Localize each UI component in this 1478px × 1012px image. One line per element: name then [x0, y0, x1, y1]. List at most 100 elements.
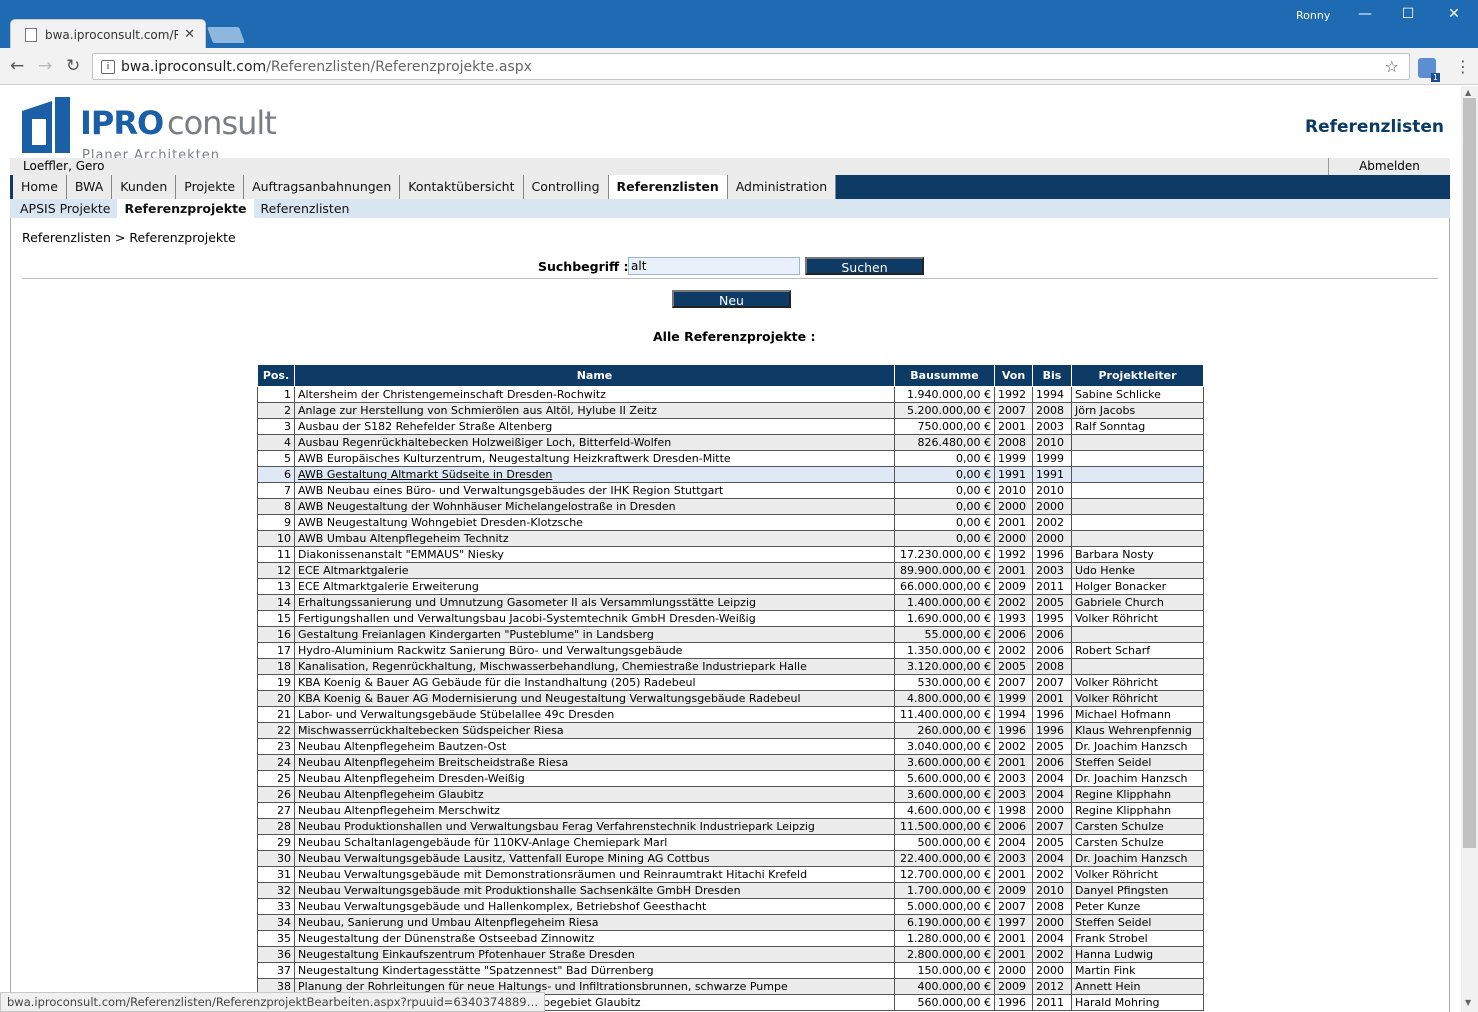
cell-name[interactable]: Ausbau der S182 Rehefelder Straße Altenb… [294, 418, 895, 435]
cell-name[interactable]: Labor- und Verwaltungsgebäude Stübelalle… [294, 706, 895, 723]
scroll-down-icon[interactable]: ▼ [1465, 998, 1471, 1007]
nav-item-administration[interactable]: Administration [727, 175, 837, 199]
logout-link[interactable]: Abmelden [1328, 158, 1450, 175]
forward-icon[interactable]: → [38, 56, 52, 76]
table-row[interactable]: 35 Neugestaltung der Dünenstraße Ostseeba… [257, 930, 1204, 947]
cell-name[interactable]: Neubau Altenpflegeheim Bautzen-Ost [294, 738, 895, 755]
table-row[interactable]: 5 AWB Europäisches Kulturzentrum, Neugest… [257, 450, 1204, 467]
nav-item-home[interactable]: Home [13, 175, 67, 199]
table-row[interactable]: 20 KBA Koenig & Bauer AG Modernisierung u… [257, 690, 1204, 707]
maximize-icon[interactable]: ☐ [1398, 6, 1418, 22]
table-row[interactable]: 12 ECE Altmarktgalerie 89.900.000,00 €2001… [257, 562, 1204, 579]
cell-name[interactable]: Kanalisation, Regenrückhaltung, Mischwas… [294, 658, 895, 675]
cell-name[interactable]: KBA Koenig & Bauer AG Gebäude für die In… [294, 674, 895, 691]
table-row[interactable]: 24 Neubau Altenpflegeheim Breitscheidstra… [257, 754, 1204, 771]
browser-tab[interactable]: bwa.iproconsult.com/Ref ✕ [10, 19, 206, 49]
minimize-icon[interactable]: — [1355, 6, 1375, 22]
cell-name[interactable]: Neugestaltung Einkaufszentrum Pfotenhaue… [294, 946, 895, 963]
nav-item-controlling[interactable]: Controlling [523, 175, 609, 199]
company-logo[interactable]: IPRO consult Planer Architekten Ingenieu… [20, 96, 300, 178]
table-row[interactable]: 7 AWB Neubau eines Büro- und Verwaltungsg… [257, 482, 1204, 499]
table-row[interactable]: 31 Neubau Verwaltungsgebäude mit Demonstr… [257, 866, 1204, 883]
close-tab-icon[interactable]: ✕ [184, 27, 195, 42]
cell-name[interactable]: Neubau Altenpflegeheim Glaubitz [294, 786, 895, 803]
column-header[interactable]: Bis [1032, 364, 1072, 387]
new-button[interactable]: Neu [672, 290, 791, 308]
cell-name[interactable]: Fertigungshallen und Verwaltungsbau Jaco… [294, 610, 895, 627]
table-row[interactable]: 22 Mischwasserrückhaltebecken Südspeicher… [257, 722, 1204, 739]
table-row[interactable]: 32 Neubau Verwaltungsgebäude mit Produkti… [257, 882, 1204, 899]
table-row[interactable]: 23 Neubau Altenpflegeheim Bautzen-Ost 3.04… [257, 738, 1204, 755]
table-row[interactable]: 26 Neubau Altenpflegeheim Glaubitz 3.600.0… [257, 786, 1204, 803]
table-row[interactable]: 10 AWB Umbau Altenpflegeheim Technitz 0,00… [257, 530, 1204, 547]
cell-name[interactable]: Neubau Verwaltungsgebäude mit Produktion… [294, 882, 895, 899]
browser-menu-icon[interactable]: ⋮ [1455, 57, 1471, 76]
scroll-up-icon[interactable]: ▲ [1465, 88, 1471, 97]
column-header[interactable]: Pos. [257, 364, 295, 387]
nav-item-projekte[interactable]: Projekte [176, 175, 245, 199]
nav-item-auftragsanbahnungen[interactable]: Auftragsanbahnungen [244, 175, 401, 199]
close-window-icon[interactable]: ✕ [1444, 6, 1464, 22]
cell-name[interactable]: ECE Altmarktgalerie Erweiterung [294, 578, 895, 595]
table-row[interactable]: 37 Neugestaltung Kindertagesstätte "Spatz… [257, 962, 1204, 979]
cell-name[interactable]: Gestaltung Freianlagen Kindergarten "Pus… [294, 626, 895, 643]
address-bar[interactable]: i bwa.iproconsult.com/Referenzlisten/Ref… [92, 53, 1410, 80]
column-header[interactable]: Von [994, 364, 1033, 387]
table-row[interactable]: 28 Neubau Produktionshallen und Verwaltun… [257, 818, 1204, 835]
cell-name[interactable]: AWB Europäisches Kulturzentrum, Neugesta… [294, 450, 895, 467]
table-row[interactable]: 13 ECE Altmarktgalerie Erweiterung 66.000.… [257, 578, 1204, 595]
reload-icon[interactable]: ↻ [66, 56, 80, 76]
bookmark-star-icon[interactable]: ☆ [1385, 57, 1399, 76]
table-row[interactable]: 29 Neubau Schaltanlagengebäude für 110KV-… [257, 834, 1204, 851]
table-row[interactable]: 33 Neubau Verwaltungsgebäude und Hallenko… [257, 898, 1204, 915]
cell-name[interactable]: Neubau Altenpflegeheim Merschwitz [294, 802, 895, 819]
table-row[interactable]: 27 Neubau Altenpflegeheim Merschwitz 4.600… [257, 802, 1204, 819]
cell-name[interactable]: Neubau Verwaltungsgebäude Lausitz, Vatte… [294, 850, 895, 867]
cell-name[interactable]: AWB Umbau Altenpflegeheim Technitz [294, 530, 895, 547]
nav-item-kontaktübersicht[interactable]: Kontaktübersicht [400, 175, 524, 199]
cell-name[interactable]: KBA Koenig & Bauer AG Modernisierung und… [294, 690, 895, 707]
table-row[interactable]: 19 KBA Koenig & Bauer AG Gebäude für die … [257, 674, 1204, 691]
back-icon[interactable]: ← [10, 56, 24, 76]
extension-icon[interactable]: 1 [1418, 58, 1440, 82]
new-tab-button[interactable] [207, 27, 245, 43]
column-header[interactable]: Projektleiter [1071, 364, 1204, 387]
table-row[interactable]: 16 Gestaltung Freianlagen Kindergarten "P… [257, 626, 1204, 643]
cell-name[interactable]: Neubau Altenpflegeheim Dresden-Weißig [294, 770, 895, 787]
table-row[interactable]: 9 AWB Neugestaltung Wohngebiet Dresden-Kl… [257, 514, 1204, 531]
table-row[interactable]: 30 Neubau Verwaltungsgebäude Lausitz, Vat… [257, 850, 1204, 867]
subnav-item-referenzprojekte[interactable]: Referenzprojekte [117, 199, 254, 218]
table-row[interactable]: 17 Hydro-Aluminium Rackwitz Sanierung Bür… [257, 642, 1204, 659]
table-row[interactable]: 25 Neubau Altenpflegeheim Dresden-Weißig 5… [257, 770, 1204, 787]
cell-name[interactable]: Anlage zur Herstellung von Schmierölen a… [294, 402, 895, 419]
nav-item-bwa[interactable]: BWA [66, 175, 113, 199]
subnav-item-referenzlisten[interactable]: Referenzlisten [254, 199, 357, 218]
table-row[interactable]: 11 Diakonissenanstalt "EMMAUS" Niesky 17.2… [257, 546, 1204, 563]
cell-name[interactable]: Neubau, Sanierung und Umbau Altenpflegeh… [294, 914, 895, 931]
info-icon[interactable]: i [101, 59, 115, 74]
table-row[interactable]: 21 Labor- und Verwaltungsgebäude Stübelal… [257, 706, 1204, 723]
cell-name[interactable]: AWB Neugestaltung der Wohnhäuser Michela… [294, 498, 895, 515]
scrollbar-thumb[interactable] [1463, 98, 1476, 848]
table-row[interactable]: 8 AWB Neugestaltung der Wohnhäuser Michel… [257, 498, 1204, 515]
profile-name[interactable]: Ronny [1296, 9, 1330, 22]
cell-name[interactable]: Neugestaltung Kindertagesstätte "Spatzen… [294, 962, 895, 979]
nav-item-kunden[interactable]: Kunden [112, 175, 177, 199]
cell-name[interactable]: Mischwasserrückhaltebecken Südspeicher R… [294, 722, 895, 739]
table-row[interactable]: 14 Erhaltungssanierung und Umnutzung Gaso… [257, 594, 1204, 611]
cell-name[interactable]: Erhaltungssanierung und Umnutzung Gasome… [294, 594, 895, 611]
cell-name[interactable]: ECE Altmarktgalerie [294, 562, 895, 579]
cell-name[interactable]: Neubau Schaltanlagengebäude für 110KV-An… [294, 834, 895, 851]
cell-name[interactable]: AWB Gestaltung Altmarkt Südseite in Dres… [294, 466, 895, 483]
table-row[interactable]: 18 Kanalisation, Regenrückhaltung, Mischw… [257, 658, 1204, 675]
cell-name[interactable]: Altersheim der Christengemeinschaft Dres… [294, 386, 895, 403]
table-row[interactable]: 4 Ausbau Regenrückhaltebecken Holzweißige… [257, 434, 1204, 451]
cell-name[interactable]: Ausbau Regenrückhaltebecken Holzweißiger… [294, 434, 895, 451]
cell-name[interactable]: Neugestaltung der Dünenstraße Ostseebad … [294, 930, 895, 947]
table-row[interactable]: 6 AWB Gestaltung Altmarkt Südseite in Dre… [257, 466, 1204, 483]
table-row[interactable]: 1 Altersheim der Christengemeinschaft Dre… [257, 386, 1204, 403]
cell-name[interactable]: Neubau Verwaltungsgebäude und Hallenkomp… [294, 898, 895, 915]
search-button[interactable]: Suchen [805, 257, 924, 275]
subnav-item-apsis-projekte[interactable]: APSIS Projekte [13, 199, 117, 218]
cell-name[interactable]: Neubau Verwaltungsgebäude mit Demonstrat… [294, 866, 895, 883]
